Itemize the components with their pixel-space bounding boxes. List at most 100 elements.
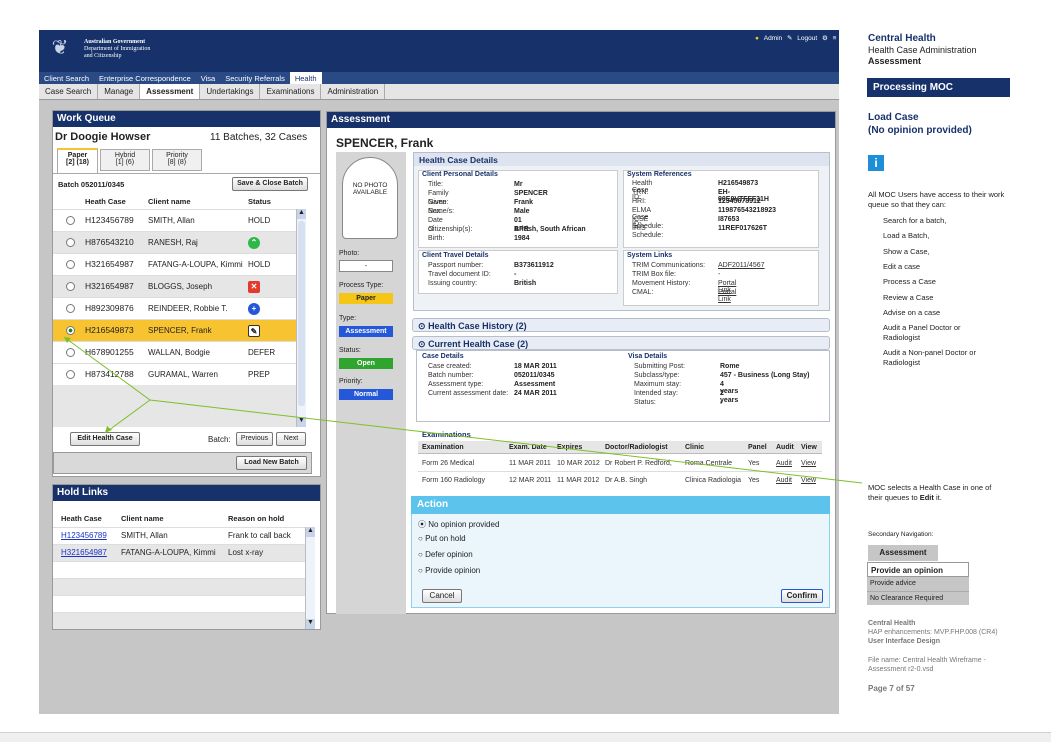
gear-icon[interactable]: ⚙ — [822, 35, 828, 42]
action-option[interactable]: ○ Put on hold — [418, 534, 466, 543]
sec-nav-no-clearance[interactable]: No Clearance Required — [867, 591, 969, 605]
tab-health[interactable]: Health — [289, 72, 322, 84]
current-health-case-toggle[interactable]: ⊙ Current Health Case (2) — [412, 336, 830, 350]
queue-tab-paper[interactable]: Paper [2] (18) — [57, 148, 98, 173]
subtab-case-search[interactable]: Case Search — [39, 84, 99, 99]
view-link[interactable]: View — [801, 477, 816, 484]
view-link[interactable]: View — [801, 460, 816, 467]
hold-case-link[interactable]: H123456789 — [61, 531, 107, 540]
value: 052011/0345 — [514, 372, 555, 379]
sec-nav-provide-advice[interactable]: Provide advice — [867, 577, 969, 591]
table-row-selected[interactable]: H216549873 SPENCER, Frank ✎ — [53, 319, 305, 341]
portal-link[interactable]: Portal Link — [718, 289, 736, 303]
trim-link[interactable]: ADF2011/4567 — [718, 262, 765, 269]
doctor-name: Dr Doogie Howser — [55, 131, 151, 143]
label: Movement History: — [632, 280, 691, 287]
scroll-up-icon[interactable]: ▲ — [297, 209, 306, 219]
pencil-icon: ✎ — [787, 35, 793, 42]
tab-visa[interactable]: Visa — [196, 72, 220, 84]
subtab-administration[interactable]: Administration — [321, 84, 386, 99]
row-radio[interactable] — [66, 238, 75, 247]
radio-icon[interactable]: ○ — [418, 566, 423, 575]
queue-tab-hybrid[interactable]: Hybrid [1] (6) — [100, 149, 150, 171]
row-radio[interactable] — [66, 370, 75, 379]
collapse-icon: ⊙ — [418, 339, 426, 349]
load-new-batch-button[interactable]: Load New Batch — [236, 456, 307, 470]
tab-enterprise-correspondence[interactable]: Enterprise Correspondence — [94, 72, 196, 84]
radio-icon[interactable]: ○ — [418, 534, 423, 543]
client-name-heading: SPENCER, Frank — [336, 136, 434, 150]
confirm-button[interactable]: Confirm — [781, 589, 823, 603]
edit-health-case-button[interactable]: Edit Health Case — [70, 432, 140, 446]
action-option[interactable]: ○ Provide opinion — [418, 566, 480, 575]
table-row[interactable]: H321654987 FATANG-A-LOUPA, Kimmi HOLD — [53, 253, 305, 275]
access-description: All MOC Users have access to their work … — [868, 190, 1005, 209]
audit-link[interactable]: Audit — [776, 477, 792, 484]
row-radio[interactable] — [66, 260, 75, 269]
load-case-heading: Load Case — [868, 112, 919, 123]
scroll-up-icon[interactable]: ▲ — [306, 527, 315, 537]
radio-selected-icon[interactable]: ⦿ — [418, 520, 426, 529]
action-option[interactable]: ○ Defer opinion — [418, 550, 473, 559]
system-links-title: System Links — [627, 252, 673, 259]
label: TRIM Box file: — [632, 271, 676, 278]
scroll-thumb[interactable] — [298, 221, 305, 406]
row-client-name: BLOGGS, Joseph — [148, 282, 213, 291]
radio-icon[interactable]: ○ — [418, 550, 423, 559]
ability-item: Show a Case, — [883, 247, 930, 256]
hold-scrollbar[interactable]: ▲ ▼ — [305, 527, 315, 629]
value: 11REF017626T — [718, 225, 768, 232]
subtab-examinations[interactable]: Examinations — [260, 84, 322, 99]
label: TRN: — [632, 189, 649, 196]
label: Status: — [634, 399, 656, 406]
admin-link[interactable]: Admin — [764, 35, 782, 42]
sec-nav-provide-opinion[interactable]: Provide an opinion — [867, 562, 969, 577]
label: Intended stay: — [634, 390, 678, 397]
action-option[interactable]: ⦿ No opinion provided — [418, 519, 499, 530]
row-radio[interactable] — [66, 216, 75, 225]
queue-tab-paper-label: Paper — [67, 152, 88, 159]
col-status: Status — [248, 197, 271, 206]
queue-scrollbar[interactable]: ▲ ▼ — [296, 209, 306, 427]
audit-link[interactable]: Audit — [776, 460, 792, 467]
tab-security-referrals[interactable]: Security Referrals — [220, 72, 290, 84]
table-row[interactable]: H876543210 RANESH, Raj ⌃ — [53, 231, 305, 253]
table-row[interactable]: H321654987 BLOGGS, Joseph ✕ — [53, 275, 305, 297]
next-button[interactable]: Next — [276, 432, 306, 446]
hold-case-link[interactable]: H321654987 — [61, 548, 107, 557]
subtab-undertakings[interactable]: Undertakings — [200, 84, 261, 99]
hold-row: H123456789 SMITH, Allan Frank to call ba… — [53, 527, 305, 544]
tab-client-search[interactable]: Client Search — [39, 72, 94, 84]
hold-col-reason: Reason on hold — [228, 514, 285, 523]
exam-table-header: Examination Exam. Date Expires Doctor/Ra… — [418, 441, 822, 454]
row-radio[interactable] — [66, 282, 75, 291]
table-row[interactable]: H892309876 REINDEER, Robbie T. + — [53, 297, 305, 319]
previous-button[interactable]: Previous — [236, 432, 273, 446]
health-case-history-toggle[interactable]: ⊙ Health Case History (2) — [412, 318, 830, 332]
photo-select[interactable]: - — [339, 260, 393, 272]
table-row[interactable]: H123456789 SMITH, Allan HOLD — [53, 209, 305, 231]
exam-name: Form 26 Medical — [422, 460, 475, 467]
subtab-manage[interactable]: Manage — [98, 84, 141, 99]
value: - — [720, 399, 723, 406]
scroll-down-icon[interactable]: ▼ — [297, 417, 306, 427]
label: Travel document ID: — [428, 271, 491, 278]
scroll-down-icon[interactable]: ▼ — [306, 619, 315, 629]
table-row[interactable]: H678901255 WALLAN, Bodgie DEFER — [53, 341, 305, 363]
batch-nav-label: Batch: — [208, 435, 231, 444]
label: Issuing country: — [428, 280, 478, 287]
row-radio[interactable] — [66, 348, 75, 357]
queue-tab-priority[interactable]: Priority [8] (8) — [152, 149, 202, 171]
logout-link[interactable]: Logout — [797, 35, 817, 42]
row-radio-selected[interactable] — [66, 326, 75, 335]
row-radio[interactable] — [66, 304, 75, 313]
type-badge: Assessment — [339, 326, 393, 337]
subtab-assessment[interactable]: Assessment — [140, 84, 201, 99]
label: Sex: — [428, 208, 443, 215]
queue-tab-paper-count: [2] (18) — [66, 159, 89, 166]
cancel-button[interactable]: Cancel — [422, 589, 462, 603]
table-row[interactable]: H873412788 GURAMAL, Warren PREP — [53, 363, 305, 385]
queue-tab-priority-count: [8] (8) — [167, 159, 187, 166]
menu-icon[interactable]: ≡ — [833, 35, 837, 42]
save-close-batch-button[interactable]: Save & Close Batch — [232, 177, 308, 191]
